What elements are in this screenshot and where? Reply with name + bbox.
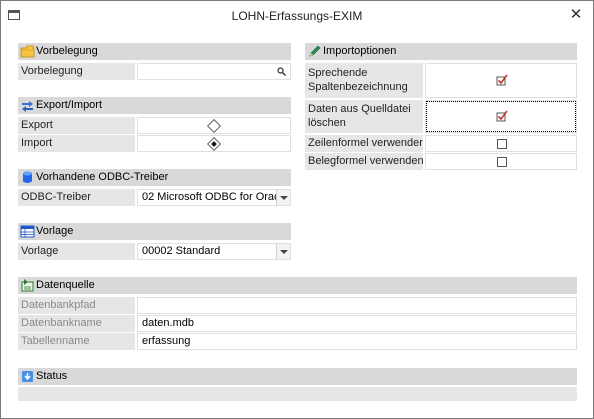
section-title: Importoptionen: [323, 45, 397, 57]
section-datenquelle-header: Datenquelle: [18, 277, 577, 294]
status-arrow-icon: [22, 371, 33, 382]
option-label: Belegformel verwenden: [305, 153, 423, 170]
vorlage-label: Vorlage: [18, 243, 135, 260]
datasource-icon: [21, 279, 34, 292]
section-title: Vorhandene ODBC-Treiber: [36, 171, 169, 183]
vorlage-dropdown-button[interactable]: [276, 244, 290, 259]
tabellenname-field[interactable]: erfassung: [137, 333, 577, 350]
transfer-arrows-icon: [22, 101, 33, 112]
status-bar: [18, 387, 577, 401]
database-icon: [23, 171, 32, 183]
odbc-select[interactable]: 02 Microsoft ODBC for Orac: [137, 189, 291, 206]
section-importoptionen-header: Importoptionen: [305, 43, 577, 60]
option-label: Zeilenformel verwenden: [305, 135, 423, 152]
folder-icon: [20, 45, 35, 58]
section-vorlage-header: Vorlage: [18, 223, 291, 240]
datenbankpfad-field[interactable]: [137, 297, 577, 314]
option-checkbox-cell[interactable]: [425, 135, 577, 152]
option-label: Sprechende Spaltenbezeichnung: [305, 63, 423, 98]
table-icon: [20, 225, 35, 238]
vorbelegung-label: Vorbelegung: [18, 63, 135, 80]
title-bar[interactable]: LOHN-Erfassungs-EXIM ✕: [1, 1, 593, 31]
section-odbc-header: Vorhandene ODBC-Treiber: [18, 169, 291, 186]
dialog-window: LOHN-Erfassungs-EXIM ✕ Vorbelegung Vorbe…: [0, 0, 594, 419]
section-status-header: Status: [18, 368, 577, 385]
option-checkbox-cell[interactable]: [425, 100, 577, 133]
section-export-import-header: Export/Import: [18, 97, 291, 114]
odbc-value: 02 Microsoft ODBC for Orac: [142, 191, 280, 203]
datenbankpfad-label: Datenbankpfad: [18, 297, 135, 314]
import-radio[interactable]: [206, 136, 222, 151]
magnifier-icon[interactable]: [277, 67, 286, 76]
tabellenname-row: Tabellenname erfassung: [18, 333, 577, 350]
window-title: LOHN-Erfassungs-EXIM: [231, 9, 363, 23]
import-radio-cell[interactable]: [137, 135, 291, 152]
import-row: Import: [18, 135, 291, 152]
odbc-label: ODBC-Treiber: [18, 189, 135, 206]
section-title: Status: [36, 370, 68, 382]
option-row-belegformel: Belegformel verwenden: [305, 153, 577, 170]
import-label: Import: [18, 135, 135, 152]
checkbox-checked-icon[interactable]: [496, 74, 508, 86]
checkbox-checked-icon[interactable]: [496, 110, 508, 122]
tabellenname-label: Tabellenname: [18, 333, 135, 350]
option-label: Daten aus Quelldatei löschen: [305, 100, 423, 133]
section-vorbelegung-header: Vorbelegung: [18, 43, 291, 60]
export-radio-cell[interactable]: [137, 117, 291, 134]
odbc-dropdown-button[interactable]: [276, 190, 290, 205]
section-title: Vorbelegung: [36, 45, 98, 57]
datenbankname-label: Datenbankname: [18, 315, 135, 332]
option-row-zeilenformel: Zeilenformel verwenden: [305, 135, 577, 152]
vorbelegung-row: Vorbelegung: [18, 63, 291, 80]
odbc-row: ODBC-Treiber 02 Microsoft ODBC for Orac: [18, 189, 291, 206]
option-row-quelldatei: Daten aus Quelldatei löschen: [305, 100, 577, 133]
export-radio[interactable]: [206, 118, 222, 133]
section-title: Datenquelle: [36, 279, 95, 291]
section-title: Vorlage: [36, 225, 74, 237]
section-title: Export/Import: [36, 99, 103, 111]
vorlage-value: 00002 Standard: [142, 245, 221, 257]
checkbox[interactable]: [497, 157, 507, 167]
export-row: Export: [18, 117, 291, 134]
datenbankname-row: Datenbankname daten.mdb: [18, 315, 577, 332]
close-button[interactable]: ✕: [565, 5, 587, 25]
vorlage-select[interactable]: 00002 Standard: [137, 243, 291, 260]
export-label: Export: [18, 117, 135, 134]
vorbelegung-field[interactable]: [137, 63, 291, 80]
option-row-spaltenbezeichnung: Sprechende Spaltenbezeichnung: [305, 63, 577, 98]
option-checkbox-cell[interactable]: [425, 63, 577, 98]
pencil-icon: [309, 45, 321, 57]
datenbankpfad-row: Datenbankpfad: [18, 297, 577, 314]
option-checkbox-cell[interactable]: [425, 153, 577, 170]
vorlage-row: Vorlage 00002 Standard: [18, 243, 291, 260]
datenbankname-field[interactable]: daten.mdb: [137, 315, 577, 332]
checkbox[interactable]: [497, 139, 507, 149]
